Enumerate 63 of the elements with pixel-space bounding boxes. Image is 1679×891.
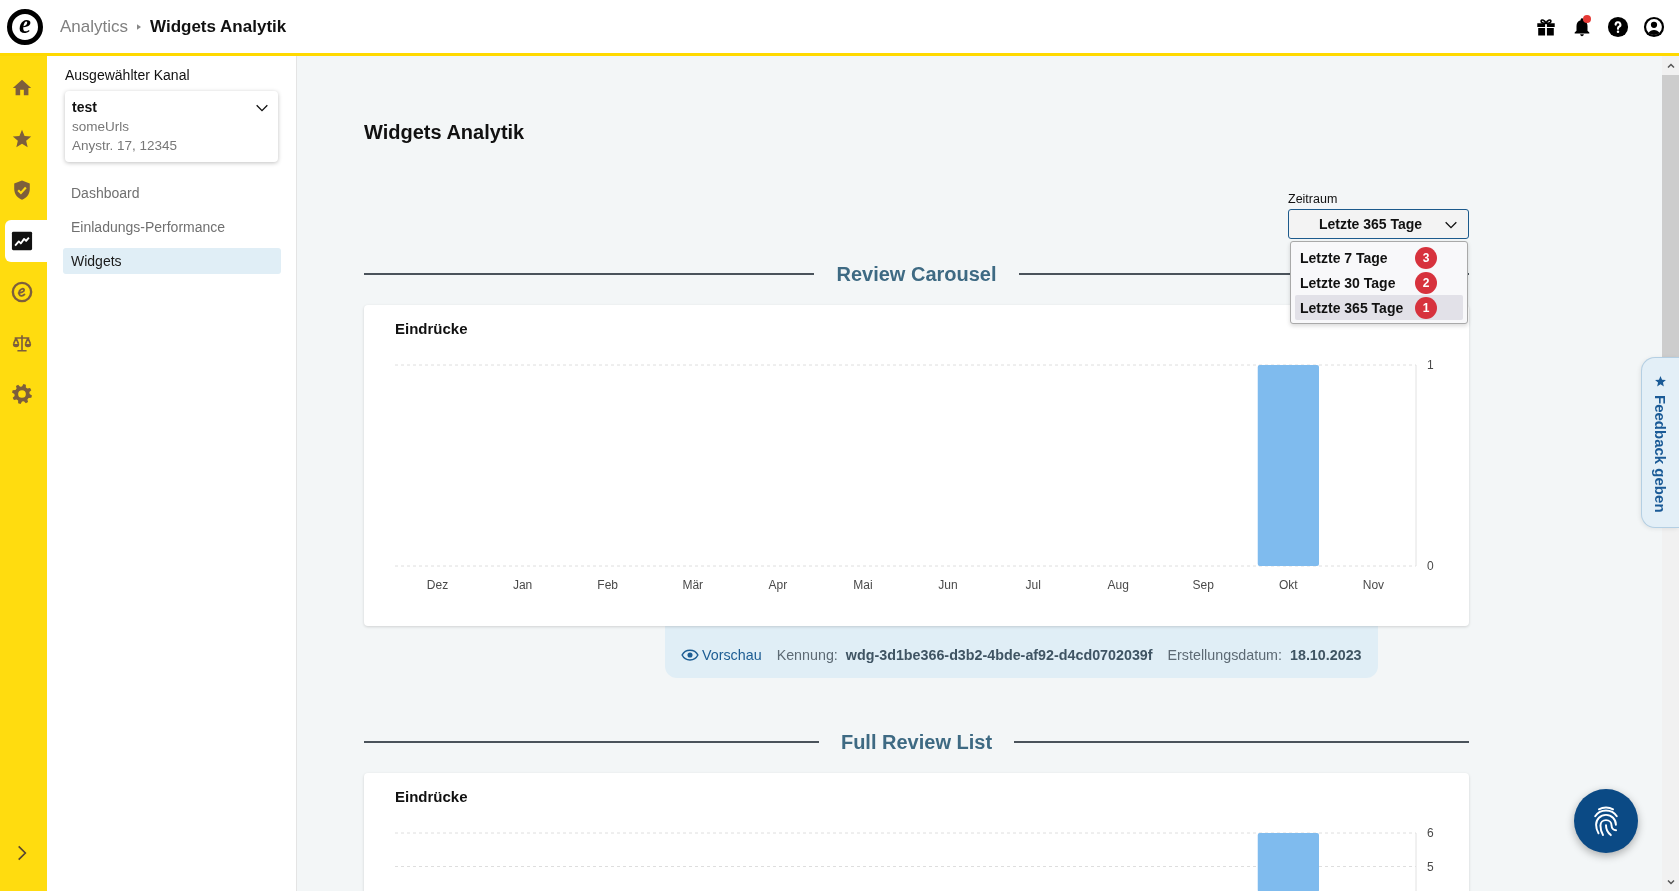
bar <box>1257 833 1319 891</box>
feedback-tab[interactable]: Feedback geben <box>1641 357 1679 528</box>
axis-category-label: Okt <box>1279 578 1298 592</box>
shield-check-icon <box>11 179 33 201</box>
axis-category-label: Mai <box>853 578 873 592</box>
count-badge: 3 <box>1415 246 1437 269</box>
chart-title: Eindrücke <box>395 319 469 339</box>
section-title: Review Carousel <box>836 262 997 286</box>
axis-category-label: Dez <box>426 578 449 592</box>
axis-category-label: Apr <box>768 578 788 592</box>
sidebar-item[interactable]: Dashboard <box>63 180 281 206</box>
axis-category-label: Jul <box>1025 578 1041 592</box>
fingerprint-button[interactable] <box>1574 789 1638 853</box>
axis-category-label: Nov <box>1362 578 1385 592</box>
axis-category-label: Feb <box>597 578 619 592</box>
dropdown-option[interactable]: Letzte 30 Tage 2 <box>1295 270 1463 295</box>
section-title: Full Review List <box>840 730 993 754</box>
date-label: Erstellungsdatum: <box>1167 646 1282 664</box>
axis-category-label: Aug <box>1107 578 1129 592</box>
axis-tick-label: 0 <box>1427 559 1434 573</box>
scrollbar-thumb[interactable] <box>1662 75 1679 357</box>
help-icon[interactable] <box>1607 15 1629 38</box>
channel-label: Ausgewählter Kanal <box>65 67 191 83</box>
channel-url: someUrls <box>72 118 129 136</box>
axis-tick-label: 1 <box>1427 358 1434 372</box>
dropdown-option[interactable]: Letzte 7 Tage 3 <box>1295 245 1463 270</box>
star-icon <box>1654 375 1667 388</box>
id-label: Kennung: <box>776 646 838 664</box>
axis-category-label: Jan <box>512 578 533 592</box>
axis-tick-label: 5 <box>1427 859 1434 874</box>
widget-id: wdg-3d1be366-d3b2-4bde-af92-d4cd0702039f <box>845 646 1153 664</box>
brand-circle-icon <box>11 281 33 303</box>
creation-date: 18.10.2023 <box>1290 646 1362 664</box>
line-chart-icon <box>11 230 33 252</box>
period-select[interactable]: Letzte 365 Tage <box>1288 209 1469 239</box>
channel-name: test <box>72 99 97 116</box>
page-title: Widgets Analytik <box>364 120 526 145</box>
breadcrumb-link[interactable]: Analytics <box>60 16 129 37</box>
gear-icon <box>11 383 33 405</box>
scroll-up-button[interactable] <box>1662 56 1679 75</box>
sidebar-item[interactable]: Einladungs-Performance <box>63 214 281 240</box>
star-icon <box>11 128 33 150</box>
breadcrumb-separator-icon <box>137 23 142 30</box>
channel-address: Anystr. 17, 12345 <box>72 137 178 155</box>
channel-select[interactable]: test someUrls Anystr. 17, 12345 <box>65 91 278 162</box>
scroll-down-button[interactable] <box>1662 872 1679 891</box>
axis-category-label: Jun <box>938 578 958 592</box>
count-badge: 2 <box>1415 271 1437 294</box>
rail-tab[interactable] <box>5 220 47 262</box>
scales-icon <box>11 332 33 354</box>
chart-title: Eindrücke <box>395 787 469 807</box>
account-icon[interactable] <box>1643 15 1665 38</box>
axis-category-label: Sep <box>1192 578 1214 592</box>
dropdown-option[interactable]: Letzte 365 Tage 1 <box>1295 295 1463 320</box>
axis-tick-label: 6 <box>1427 826 1434 840</box>
eye-icon <box>681 646 699 664</box>
logo[interactable]: e <box>7 8 43 45</box>
axis-category-label: Mär <box>682 578 704 592</box>
sidebar-item[interactable]: Widgets <box>63 248 281 274</box>
breadcrumb-current[interactable]: Widgets Analytik <box>150 16 287 37</box>
preview-link[interactable]: Vorschau <box>681 646 762 664</box>
period-label: Zeitraum <box>1288 191 1338 207</box>
count-badge: 1 <box>1415 296 1437 319</box>
